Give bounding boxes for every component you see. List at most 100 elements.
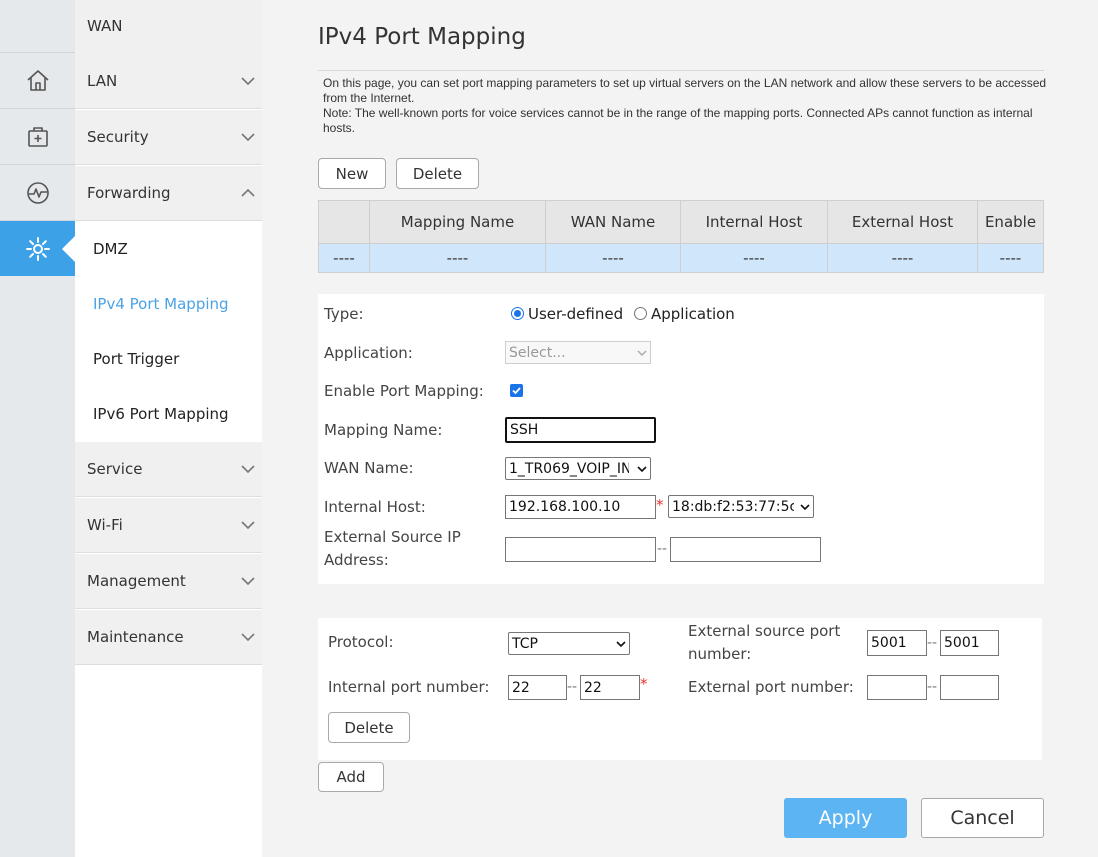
chevron-down-icon (241, 133, 255, 142)
menu-item-security[interactable]: Security (75, 110, 262, 165)
range-separator: -- (567, 679, 578, 695)
submenu-item-dmz[interactable]: DMZ (75, 222, 262, 277)
range-separator: -- (657, 541, 668, 557)
internal-host-mac-value: 18:db:f2:53:77:5c (672, 498, 794, 515)
table-cell: ---- (827, 243, 978, 273)
external-source-ip-end-input[interactable] (670, 537, 821, 562)
title-divider (318, 70, 1044, 71)
menu-item-label: Maintenance (87, 628, 184, 646)
external-source-port-end-input[interactable]: 5001 (940, 630, 999, 656)
internal-port-start-input[interactable]: 22 (508, 675, 567, 700)
submenu-item-port-trigger[interactable]: Port Trigger (75, 332, 262, 387)
external-source-ip-start-input[interactable] (505, 537, 656, 562)
type-option-user-defined: User-defined (528, 305, 624, 323)
external-source-ip-label: External Source IP Address: (324, 526, 461, 572)
mapping-name-input[interactable]: SSH (505, 417, 656, 443)
menu-item-forwarding[interactable]: Forwarding (75, 166, 262, 221)
chevron-down-icon (800, 503, 810, 510)
device-button[interactable] (0, 109, 75, 164)
menu-item-maintenance[interactable]: Maintenance (75, 610, 262, 665)
external-source-port-start-input[interactable]: 5001 (867, 630, 927, 656)
table-cell: ---- (977, 243, 1044, 273)
page-description: On this page, you can set port mapping p… (323, 76, 1047, 136)
table-cell: ---- (318, 243, 370, 273)
menu-item-label: LAN (87, 72, 118, 90)
menu-item-service[interactable]: Service (75, 442, 262, 497)
external-port-start-input[interactable] (867, 675, 927, 700)
chevron-down-icon (637, 465, 647, 472)
active-indicator (62, 235, 76, 263)
enable-port-mapping-checkbox[interactable] (510, 384, 523, 397)
table-cell: ---- (369, 243, 546, 273)
column-header-external-host: External Host (827, 200, 978, 244)
external-source-ip-label-line2: Address: (324, 551, 389, 569)
chevron-down-icon (616, 640, 626, 647)
table-header-row: Mapping Name WAN Name Internal Host Exte… (318, 200, 1044, 244)
chevron-down-icon (241, 521, 255, 530)
wan-name-label: WAN Name: (324, 459, 414, 477)
add-port-button[interactable]: Add (318, 762, 384, 792)
application-label: Application: (324, 344, 413, 362)
required-mark: * (656, 496, 664, 514)
menu-item-label: Wi-Fi (87, 516, 123, 534)
menu-item-management[interactable]: Management (75, 554, 262, 609)
menu-item-label: WAN (87, 17, 123, 35)
pulse-icon (26, 181, 49, 204)
apply-button[interactable]: Apply (784, 798, 907, 838)
delete-button[interactable]: Delete (396, 158, 479, 189)
chevron-down-icon (241, 633, 255, 642)
page-title: IPv4 Port Mapping (318, 24, 526, 50)
protocol-select-value: TCP (512, 635, 538, 652)
menu-item-wan[interactable]: WAN (75, 0, 262, 55)
chevron-up-icon (241, 188, 255, 197)
column-header-wan-name: WAN Name (545, 200, 681, 244)
external-port-end-input[interactable] (940, 675, 999, 700)
cancel-button[interactable]: Cancel (921, 798, 1044, 838)
internal-host-mac-select[interactable]: 18:db:f2:53:77:5c (668, 495, 814, 518)
note-text: Note: The well-known ports for voice ser… (323, 106, 1033, 135)
column-header-mapping-name: Mapping Name (369, 200, 546, 244)
status-button[interactable] (0, 165, 75, 220)
internal-port-end-input[interactable]: 22 (580, 675, 640, 700)
external-source-port-label-line2: number: (688, 645, 752, 663)
main-content: IPv4 Port Mapping On this page, you can … (262, 0, 1098, 857)
internal-port-label: Internal port number: (328, 678, 490, 696)
internal-host-label: Internal Host: (324, 498, 426, 516)
table-row[interactable]: ---- ---- ---- ---- ---- ---- (318, 243, 1044, 273)
type-radio-application[interactable] (634, 307, 647, 320)
external-source-port-label: External source port number: (688, 620, 840, 666)
protocol-label: Protocol: (328, 633, 394, 651)
menu-item-wifi[interactable]: Wi-Fi (75, 498, 262, 553)
external-port-label: External port number: (688, 678, 854, 696)
home-icon (26, 69, 49, 91)
menu-item-label: Management (87, 572, 186, 590)
type-radio-user-defined[interactable] (511, 307, 524, 320)
icon-rail (0, 0, 76, 857)
menu-item-label: Service (87, 460, 143, 478)
menu-item-lan[interactable]: LAN (75, 54, 262, 109)
submenu-item-ipv4-port-mapping[interactable]: IPv4 Port Mapping (75, 277, 262, 332)
new-button[interactable]: New (318, 158, 386, 189)
submenu-item-label: IPv4 Port Mapping (93, 295, 229, 313)
external-source-port-label-line1: External source port (688, 622, 841, 640)
description-text: On this page, you can set port mapping p… (323, 76, 1047, 105)
wan-name-select[interactable]: 1_TR069_VOIP_INTERNET (505, 457, 651, 480)
submenu-item-ipv6-port-mapping[interactable]: IPv6 Port Mapping (75, 387, 262, 442)
range-separator: -- (927, 679, 938, 695)
column-header-internal-host: Internal Host (680, 200, 828, 244)
side-menu: WAN LAN Security Forwarding DMZ IPv4 Por… (75, 0, 262, 857)
range-separator: -- (927, 635, 938, 651)
port-settings-panel: Protocol: TCP External source port numbe… (318, 618, 1042, 760)
mapping-name-label: Mapping Name: (324, 421, 443, 439)
checkmark-icon (512, 387, 521, 395)
gear-icon (25, 236, 50, 261)
delete-port-button[interactable]: Delete (328, 712, 410, 743)
type-label: Type: (324, 305, 364, 323)
wan-name-select-value: 1_TR069_VOIP_INTERNET (509, 460, 629, 477)
column-header-select (318, 200, 370, 244)
home-button[interactable] (0, 53, 75, 108)
submenu-item-label: IPv6 Port Mapping (93, 405, 229, 423)
protocol-select[interactable]: TCP (508, 632, 630, 655)
internal-host-ip-input[interactable]: 192.168.100.10 (505, 495, 656, 519)
application-select[interactable]: Select... (505, 341, 651, 364)
